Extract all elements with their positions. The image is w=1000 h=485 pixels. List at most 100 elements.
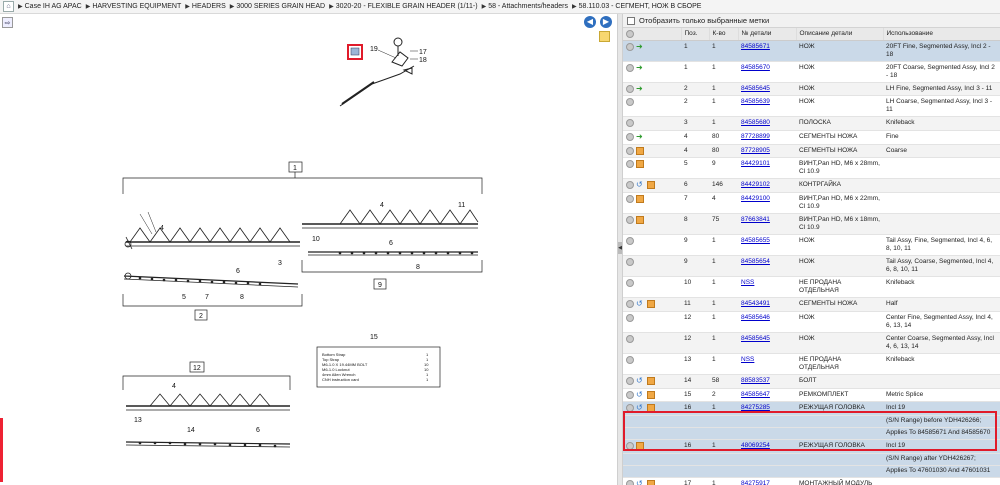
breadcrumb-item[interactable]: 3000 SERIES GRAIN HEAD (236, 3, 325, 10)
callout-6b[interactable]: 6 (389, 240, 393, 247)
select-circle-icon[interactable] (626, 132, 634, 141)
callout-6[interactable]: 6 (236, 268, 240, 275)
table-row[interactable]: 5 9 84429101 ВИНТ,Pan HD, M6 x 28mm, Cl 10.… (623, 157, 1000, 180)
select-circle-icon[interactable] (626, 160, 634, 169)
cart-box-icon[interactable] (636, 195, 644, 204)
cart-box-icon[interactable] (647, 376, 655, 385)
row-part-number[interactable]: 84585645 (738, 332, 796, 354)
select-circle-icon[interactable] (626, 181, 634, 190)
replacement-arrow-icon[interactable]: ➜ (636, 63, 646, 72)
callout-18[interactable]: 18 (419, 57, 427, 64)
select-circle-icon[interactable] (626, 479, 634, 485)
part-number-link[interactable]: 84585655 (741, 237, 770, 244)
table-row[interactable]: ↺ 6 146 84429102 КОНТРГАЙКА (623, 178, 1000, 194)
row-part-number[interactable]: 84429101 (738, 157, 796, 180)
part-number-link[interactable]: 84275285 (741, 404, 770, 411)
callout-2[interactable]: 2 (199, 313, 203, 320)
table-row[interactable]: 12 1 84585646 НОЖ Center Fine, Segmented Ass… (623, 311, 1000, 333)
select-circle-icon[interactable] (626, 237, 634, 246)
part-number-link[interactable]: 84429101 (741, 160, 770, 167)
callout-7[interactable]: 7 (205, 294, 209, 301)
part-number-link[interactable]: 87663841 (741, 216, 770, 223)
part-number-link[interactable]: 84585645 (741, 335, 770, 342)
table-row[interactable]: ↺ 14 58 88583537 БОЛТ (623, 374, 1000, 389)
part-number-link[interactable]: 84585670 (741, 64, 770, 71)
part-number-link[interactable]: 87728899 (741, 133, 770, 140)
cart-box-icon[interactable] (647, 300, 655, 309)
part-number-link[interactable]: NSS (741, 279, 754, 286)
callout-8[interactable]: 8 (240, 294, 244, 301)
table-row[interactable]: 13 1 NSS НЕ ПРОДАНА ОТДЕЛЬНАЯ Knifeback (623, 353, 1000, 375)
table-row[interactable]: ➜ 2 1 84585645 НОЖ LH Fine, Segmented Assy, I… (623, 82, 1000, 97)
select-circle-icon[interactable] (626, 146, 634, 155)
cart-box-icon[interactable] (647, 404, 655, 413)
col-header-part[interactable]: № детали (738, 28, 797, 41)
table-row[interactable]: ➜ 1 1 84585670 НОЖ 20FT Coarse, Segmented Ass… (623, 61, 1000, 83)
row-part-number[interactable]: 87728899 (738, 130, 796, 145)
table-row[interactable]: ➜ 4 80 87728899 СЕГМЕНТЫ НОЖА Fine (623, 130, 1000, 145)
row-part-number[interactable]: 84585646 (738, 311, 796, 333)
part-number-link[interactable]: 84543491 (741, 300, 770, 307)
part-number-link[interactable]: 48069254 (741, 442, 770, 449)
row-part-number[interactable]: 84585680 (738, 116, 796, 131)
row-part-number[interactable]: 84585647 (738, 388, 796, 403)
selected-only-checkbox[interactable] (627, 16, 635, 25)
callout-17[interactable]: 17 (419, 49, 427, 56)
exchange-icon[interactable]: ↺ (636, 300, 645, 308)
part-number-link[interactable]: 84585680 (741, 119, 770, 126)
part-number-link[interactable]: 84275917 (741, 480, 770, 485)
callout-5[interactable]: 5 (182, 294, 186, 301)
table-row[interactable]: 4 80 87728905 СЕГМЕНТЫ НОЖА Coarse (623, 144, 1000, 159)
table-row[interactable]: 9 1 84585655 НОЖ Tail Assy, Fine, Segmented,… (623, 234, 1000, 257)
table-row[interactable]: 2 1 84585639 НОЖ LH Coarse, Segmented Assy, … (623, 95, 1000, 118)
select-circle-icon[interactable] (626, 119, 634, 128)
col-header-qty[interactable]: К-во (709, 28, 739, 41)
select-circle-icon[interactable] (626, 390, 634, 399)
select-circle-icon[interactable] (626, 279, 634, 288)
table-row[interactable]: ↺ 17 1 84275917 МОНТАЖНЫЙ МОДУЛЬ (623, 477, 1000, 485)
breadcrumb-item[interactable]: 3020-20 - FLEXIBLE GRAIN HEADER (1/11-) (336, 3, 478, 10)
replacement-arrow-icon[interactable]: ➜ (636, 84, 646, 93)
callout-3[interactable]: 3 (278, 260, 282, 267)
part-number-link[interactable]: 84585639 (741, 98, 770, 105)
exchange-icon[interactable]: ↺ (636, 390, 645, 399)
select-circle-icon[interactable] (626, 42, 634, 51)
select-circle-icon[interactable] (626, 300, 634, 309)
table-row[interactable]: ↺ 11 1 84543491 СЕГМЕНТЫ НОЖА Half (623, 297, 1000, 312)
row-part-number[interactable]: 84585671 (738, 40, 796, 62)
row-part-number[interactable]: 84429100 (738, 192, 796, 215)
row-part-number[interactable]: NSS (738, 353, 796, 375)
select-circle-icon[interactable] (626, 98, 634, 107)
table-row[interactable]: 9 1 84585654 НОЖ Tail Assy, Coarse, Segmente… (623, 255, 1000, 278)
callout-1[interactable]: 1 (293, 165, 297, 172)
row-part-number[interactable]: 84543491 (738, 297, 796, 312)
row-part-number[interactable]: 84585670 (738, 61, 796, 83)
callout-19[interactable]: 19 (370, 46, 378, 53)
part-number-link[interactable]: 84585647 (741, 391, 770, 398)
row-part-number[interactable]: 84275917 (738, 477, 796, 485)
exchange-icon[interactable]: ↺ (636, 181, 645, 189)
select-circle-icon[interactable] (626, 195, 634, 204)
callout-4c[interactable]: 4 (172, 383, 176, 390)
select-circle-icon[interactable] (626, 258, 634, 267)
callout-9[interactable]: 9 (378, 282, 382, 289)
table-row[interactable]: 7 4 84429100 ВИНТ,Pan HD, M6 x 22mm, Cl 10.… (623, 192, 1000, 215)
select-circle-icon[interactable] (626, 441, 634, 450)
cart-box-icon[interactable] (647, 390, 655, 399)
select-circle-icon[interactable] (626, 216, 634, 225)
breadcrumb-item[interactable]: HEADERS (192, 3, 226, 10)
table-row[interactable]: ↺ 15 2 84585647 РЕМКОМПЛЕКТ Metric Splice (623, 388, 1000, 403)
cart-box-icon[interactable] (647, 181, 655, 190)
callout-13[interactable]: 13 (134, 417, 142, 424)
select-circle-icon[interactable] (626, 313, 634, 322)
callout-14[interactable]: 14 (187, 427, 195, 434)
table-row[interactable]: ➜ 1 1 84585671 НОЖ 20FT Fine, Segmented Assy,… (623, 40, 1000, 62)
select-circle-icon[interactable] (626, 355, 634, 364)
callout-15[interactable]: 15 (370, 334, 378, 341)
breadcrumb-item[interactable]: Case IH AG APAC (25, 3, 82, 10)
col-header-pos[interactable]: Поз. (681, 28, 710, 41)
part-number-link[interactable]: 88583537 (741, 377, 770, 384)
select-circle-icon[interactable] (626, 376, 634, 385)
row-part-number[interactable]: 87663841 (738, 213, 796, 236)
row-part-number[interactable]: 84585654 (738, 255, 796, 278)
